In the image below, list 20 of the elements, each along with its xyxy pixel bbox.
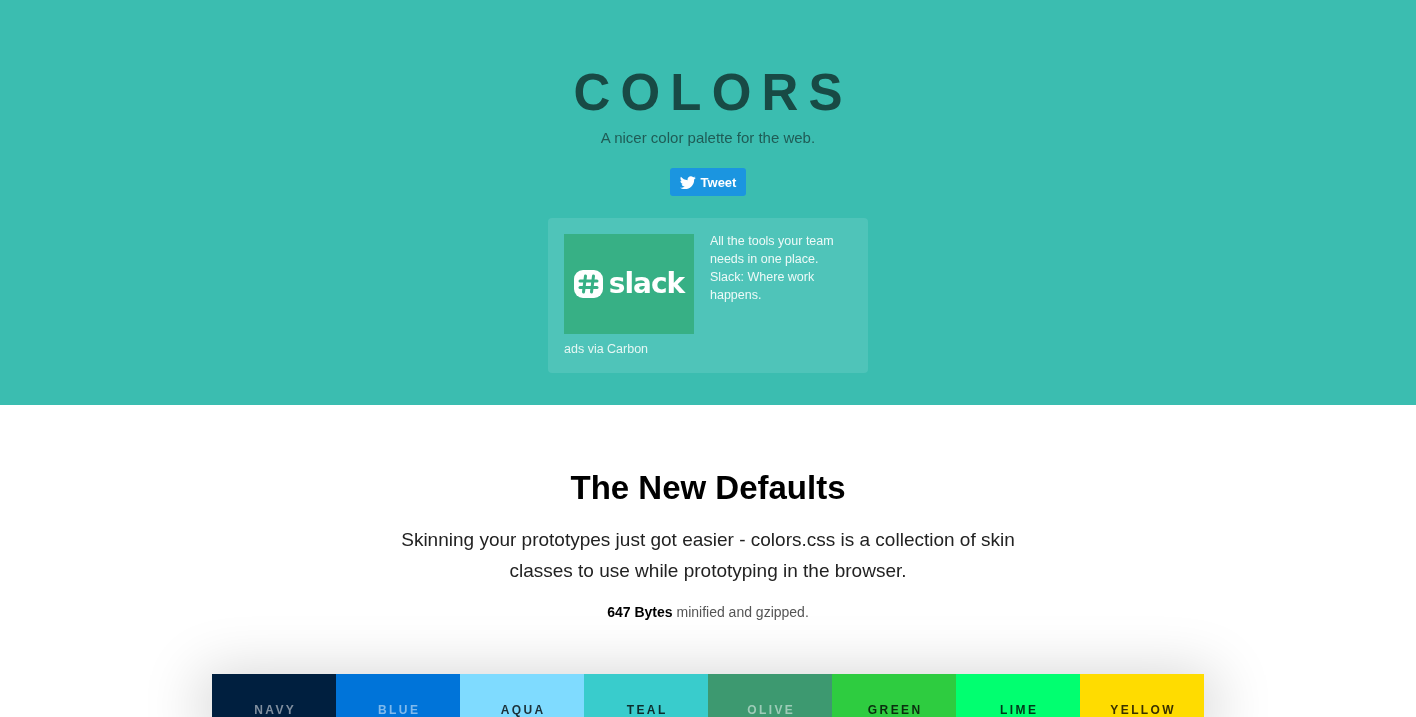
logo-wordmark: slack (608, 269, 685, 299)
site-title: COLORS (572, 67, 853, 118)
ad-banner[interactable]: slack (564, 234, 694, 334)
swatch-label: BLUE (377, 704, 421, 717)
section-heading: The New Defaults (570, 468, 846, 508)
tweet-button[interactable]: Tweet (670, 168, 746, 196)
size-note: 647 Bytes minified and gzipped. (607, 603, 809, 622)
swatch-label: YELLOW (1109, 704, 1177, 717)
hash-logo-icon (573, 270, 603, 298)
description-text: Skinning your prototypes just got easier - colors.css is a collection of skin classes to use while prototyping in the browser. (400, 528, 1016, 583)
swatch-label: GREEN (866, 704, 923, 717)
ad-credit-link[interactable]: ads via Carbon (564, 341, 649, 357)
swatch-label: NAVY (253, 704, 297, 717)
swatch-label: TEAL (625, 704, 668, 717)
tagline: A nicer color palette for the web. (600, 128, 816, 148)
swatch-label: LIME (999, 704, 1039, 717)
swatch-label: OLIVE (746, 704, 796, 717)
swatch-label: AQUA (499, 704, 546, 717)
ad-text[interactable]: All the tools your team needs in one place. Slack: Where work happens. (710, 232, 852, 304)
bird-icon (679, 175, 696, 189)
